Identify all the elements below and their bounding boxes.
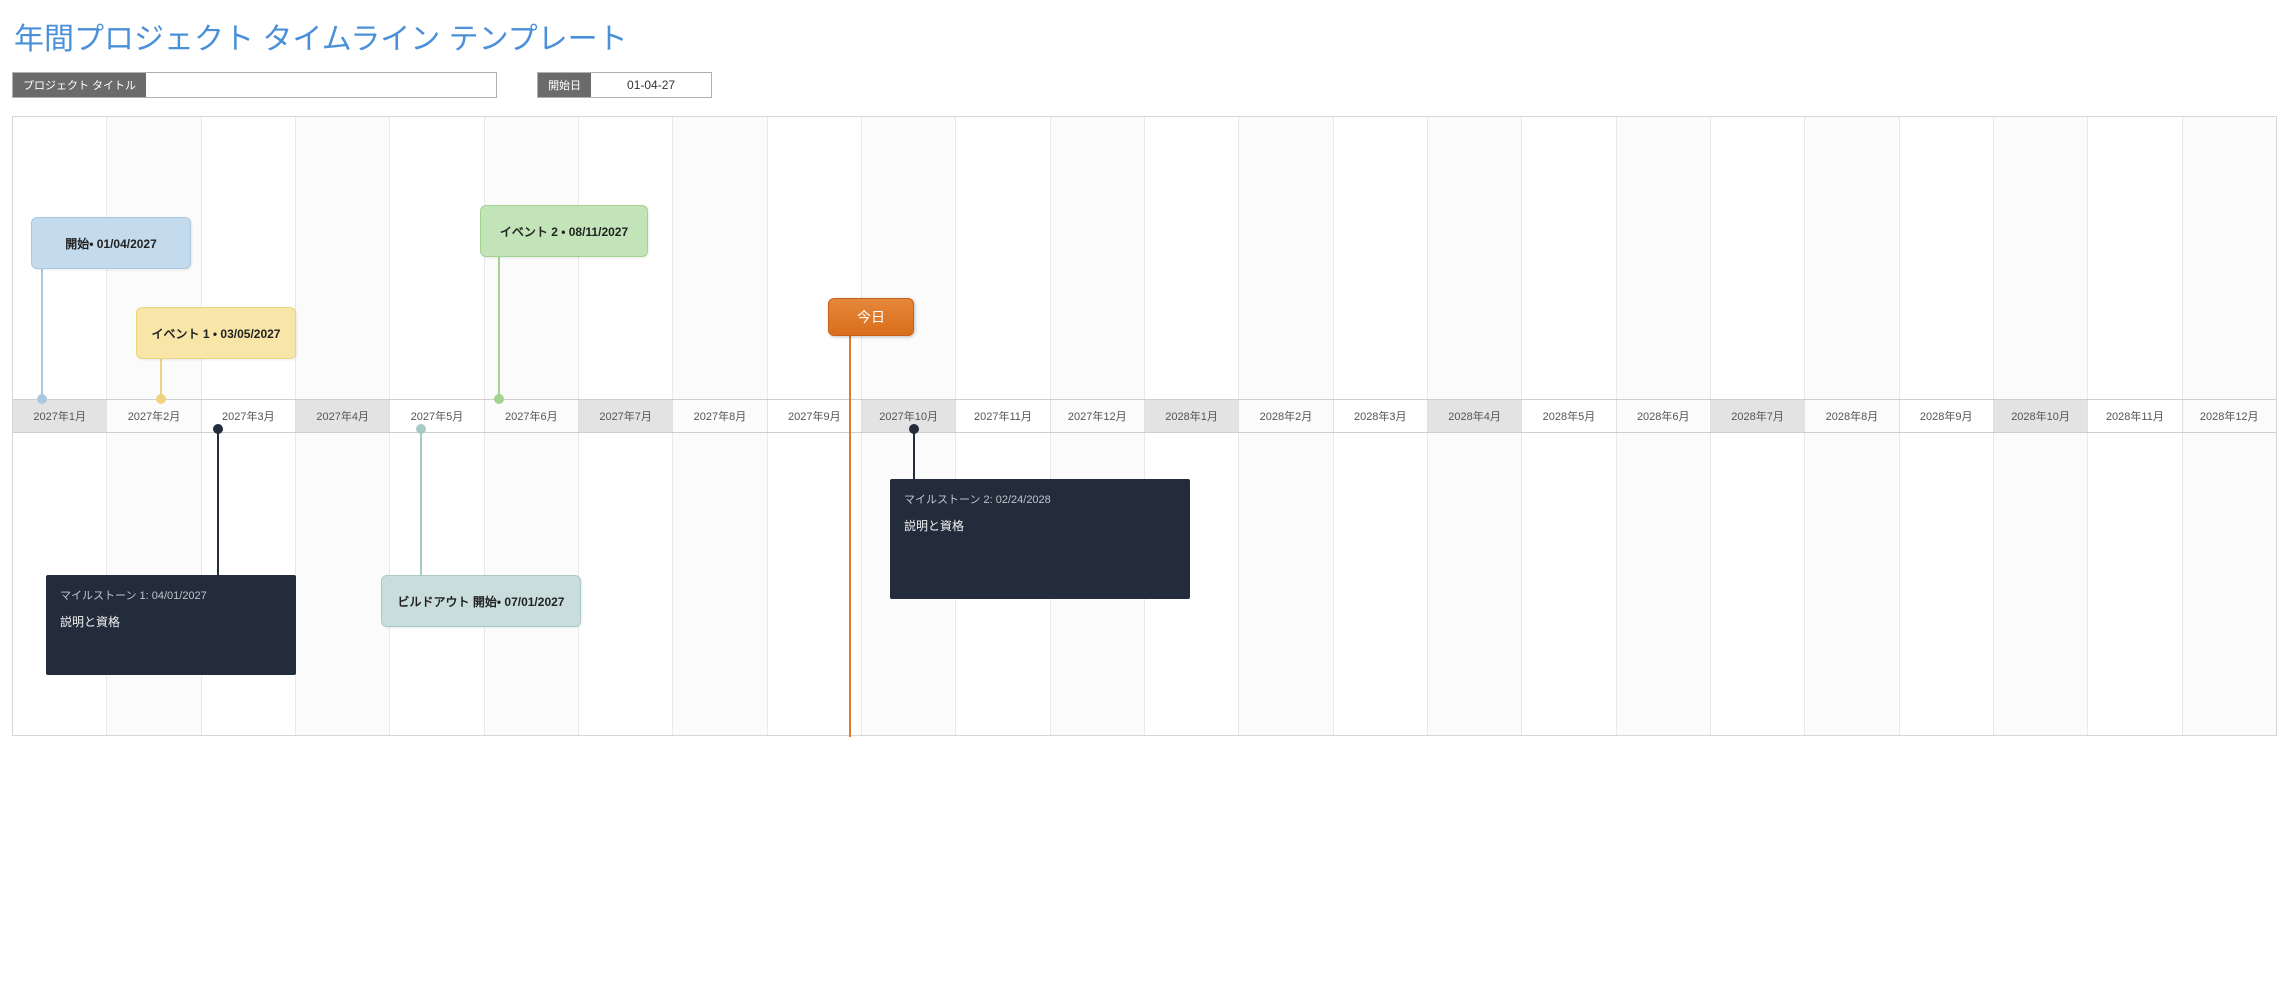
start-date-input[interactable]: 01-04-27 bbox=[591, 73, 711, 97]
project-title-label: プロジェクト タイトル bbox=[13, 73, 146, 97]
event-label: イベント 1 • 03/05/2027 bbox=[152, 325, 281, 342]
axis-label: 2027年10月 bbox=[862, 400, 956, 432]
event-callout-start[interactable]: 開始• 01/04/2027 bbox=[31, 217, 191, 269]
today-badge[interactable]: 今日 bbox=[828, 298, 914, 336]
timeline: 2027年1月2027年2月2027年3月2027年4月2027年5月2027年… bbox=[12, 116, 2277, 736]
page-title: 年間プロジェクト タイムライン テンプレート bbox=[14, 14, 2277, 58]
event-label: イベント 2 • 08/11/2027 bbox=[500, 223, 628, 240]
axis-band: 2027年1月2027年2月2027年3月2027年4月2027年5月2027年… bbox=[13, 399, 2276, 433]
axis-label: 2027年12月 bbox=[1051, 400, 1145, 432]
buildout-callout[interactable]: ビルドアウト 開始• 07/01/2027 bbox=[381, 575, 581, 627]
axis-label: 2027年7月 bbox=[579, 400, 673, 432]
axis-label: 2027年1月 bbox=[13, 400, 107, 432]
milestone1-body: 説明と資格 bbox=[60, 613, 282, 630]
event-label: ビルドアウト 開始• 07/01/2027 bbox=[398, 593, 565, 610]
axis-label: 2027年11月 bbox=[956, 400, 1050, 432]
axis-label: 2027年8月 bbox=[673, 400, 767, 432]
axis-label: 2028年4月 bbox=[1428, 400, 1522, 432]
axis-label: 2028年7月 bbox=[1711, 400, 1805, 432]
today-label: 今日 bbox=[857, 307, 885, 327]
milestone1-title: マイルストーン 1: 04/01/2027 bbox=[60, 587, 282, 603]
header-row: プロジェクト タイトル 開始日 01-04-27 bbox=[12, 72, 2277, 98]
start-date-field: 開始日 01-04-27 bbox=[537, 72, 712, 98]
axis-label: 2027年2月 bbox=[107, 400, 201, 432]
project-title-input[interactable] bbox=[146, 73, 496, 97]
axis-label: 2028年9月 bbox=[1900, 400, 1994, 432]
milestone1-box[interactable]: マイルストーン 1: 04/01/2027 説明と資格 bbox=[46, 575, 296, 675]
axis-label: 2028年1月 bbox=[1145, 400, 1239, 432]
milestone2-body: 説明と資格 bbox=[904, 517, 1176, 534]
axis-label: 2027年3月 bbox=[202, 400, 296, 432]
axis-label: 2028年10月 bbox=[1994, 400, 2088, 432]
axis-label: 2028年11月 bbox=[2088, 400, 2182, 432]
axis-label: 2028年3月 bbox=[1334, 400, 1428, 432]
project-title-field: プロジェクト タイトル bbox=[12, 72, 497, 98]
event-label: 開始• 01/04/2027 bbox=[65, 235, 157, 252]
axis-label: 2028年5月 bbox=[1522, 400, 1616, 432]
milestone2-box[interactable]: マイルストーン 2: 02/24/2028 説明と資格 bbox=[890, 479, 1190, 599]
event-callout-event1[interactable]: イベント 1 • 03/05/2027 bbox=[136, 307, 296, 359]
axis-label: 2028年12月 bbox=[2183, 400, 2276, 432]
axis-label: 2028年8月 bbox=[1805, 400, 1899, 432]
axis-label: 2028年6月 bbox=[1617, 400, 1711, 432]
axis-label: 2027年9月 bbox=[768, 400, 862, 432]
event-callout-event2[interactable]: イベント 2 • 08/11/2027 bbox=[480, 205, 648, 257]
axis-label: 2027年4月 bbox=[296, 400, 390, 432]
start-date-label: 開始日 bbox=[538, 73, 591, 97]
axis-label: 2027年5月 bbox=[390, 400, 484, 432]
milestone2-title: マイルストーン 2: 02/24/2028 bbox=[904, 491, 1176, 507]
axis-label: 2027年6月 bbox=[485, 400, 579, 432]
axis-label: 2028年2月 bbox=[1239, 400, 1333, 432]
